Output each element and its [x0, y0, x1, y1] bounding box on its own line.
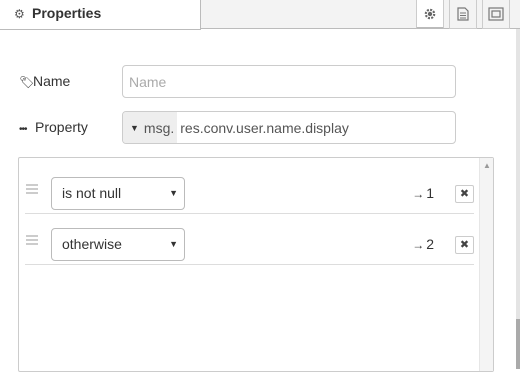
property-label-text: Property [35, 119, 88, 135]
remove-rule-button[interactable]: ✖ [455, 185, 474, 203]
rule-operator-select[interactable]: otherwise ▼ [51, 228, 185, 261]
caret-down-icon: ▼ [169, 188, 178, 198]
property-label: ••• Property [19, 119, 88, 135]
property-type-select[interactable]: ▼ msg. [123, 112, 178, 143]
arrow-right-icon: → [412, 238, 425, 252]
sidebar-tab-bar: ⚙ Properties [0, 0, 520, 30]
rule-operator-value: otherwise [62, 236, 122, 252]
rule-output: → 2 [412, 236, 434, 252]
rule-output: → 1 [412, 185, 434, 201]
property-value[interactable]: res.conv.user.name.display [177, 120, 349, 136]
property-field[interactable]: ▼ msg. res.conv.user.name.display [122, 111, 456, 144]
tab-description-button[interactable] [449, 0, 477, 29]
property-type-prefix: msg. [143, 119, 175, 136]
remove-rule-button[interactable]: ✖ [455, 236, 474, 254]
rule-output-number: 2 [426, 236, 434, 252]
rules-list[interactable]: ▲ is not null ▼ → 1 ✖ otherwise ▼ → 2 ✖ [18, 157, 494, 372]
drag-handle-icon[interactable] [26, 235, 38, 247]
name-label-text: Name [33, 73, 71, 89]
arrow-right-icon: → [412, 187, 425, 201]
tab-properties-label: Properties [32, 5, 102, 21]
tag-icon: 🏷 [19, 75, 35, 89]
rule-row: is not null ▼ → 1 ✖ [25, 163, 474, 214]
drag-handle-icon[interactable] [26, 184, 38, 196]
tab-properties[interactable]: ⚙ Properties [0, 0, 201, 30]
name-label: 🏷Name [19, 73, 70, 89]
name-field-wrapper [122, 65, 456, 98]
caret-down-icon: ▼ [130, 122, 139, 133]
scroll-up-icon: ▲ [483, 161, 491, 170]
tab-settings-button[interactable] [416, 0, 444, 29]
ellipsis-icon: ••• [19, 124, 28, 135]
rule-output-number: 1 [426, 185, 434, 201]
tab-appearance-button[interactable] [482, 0, 510, 29]
gear-icon: ⚙ [14, 7, 25, 21]
rules-scrollbar[interactable]: ▲ [479, 158, 493, 371]
frame-icon [488, 7, 504, 21]
rule-operator-select[interactable]: is not null ▼ [51, 177, 185, 210]
gear-icon [424, 8, 436, 19]
caret-down-icon: ▼ [169, 239, 178, 249]
document-icon [457, 7, 469, 21]
rule-operator-value: is not null [62, 185, 122, 201]
rule-row: otherwise ▼ → 2 ✖ [25, 214, 474, 265]
panel-scrollbar[interactable] [516, 29, 520, 369]
name-field[interactable] [123, 66, 455, 97]
